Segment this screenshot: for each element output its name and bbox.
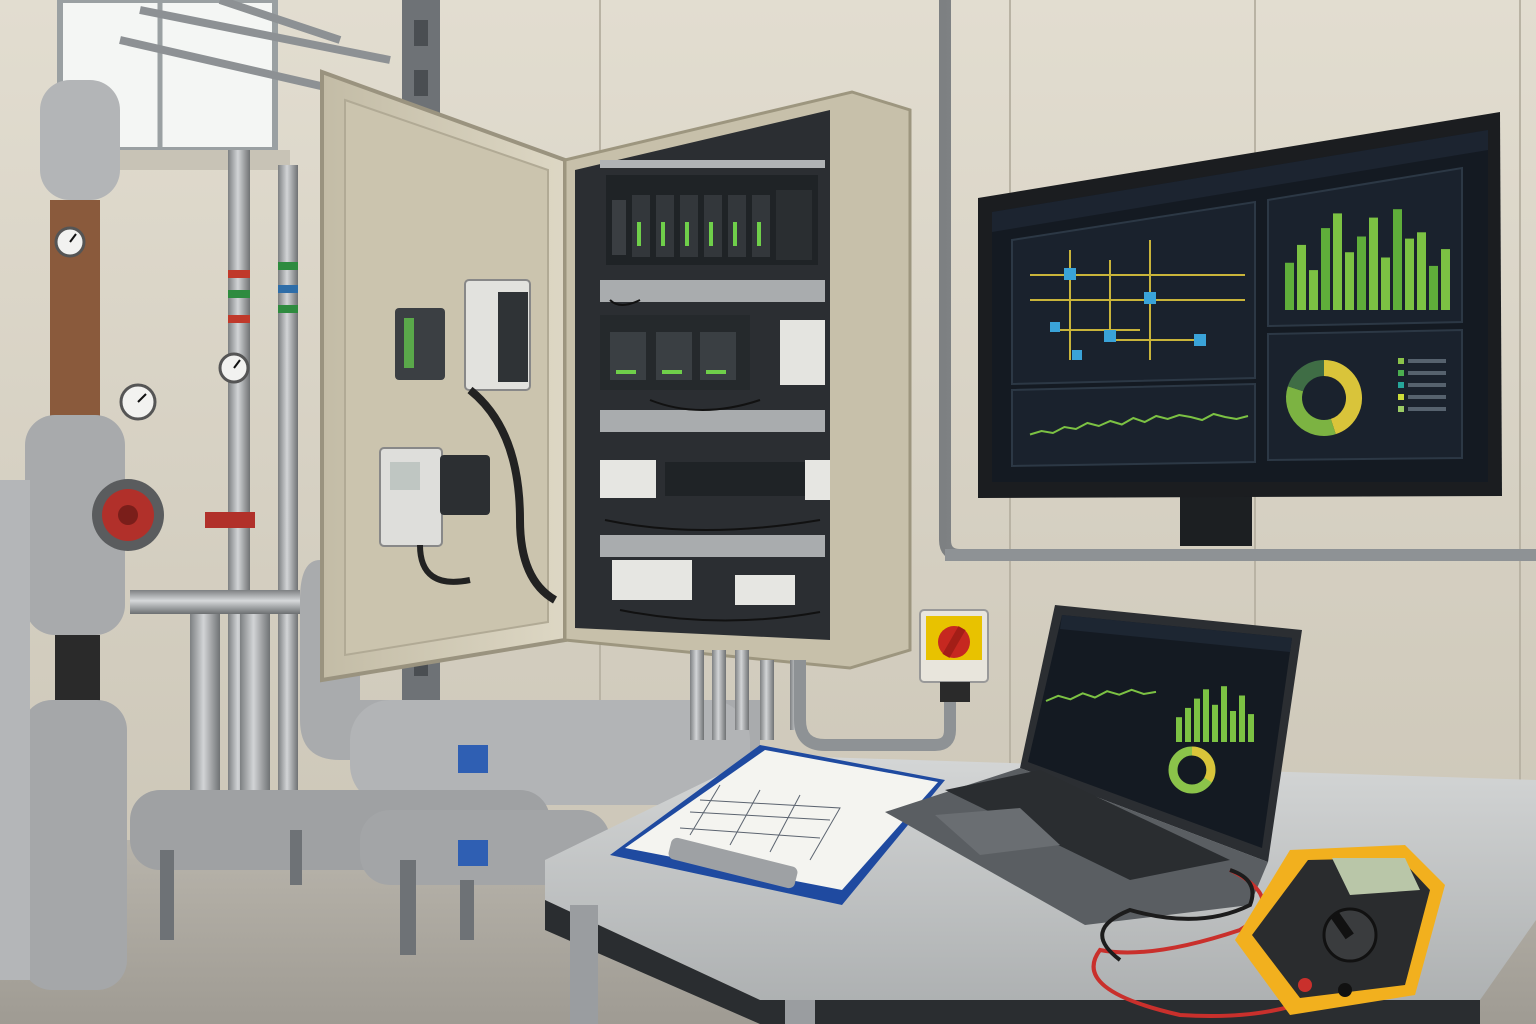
legend-text-bar: [1408, 371, 1446, 375]
laptop-bar: [1248, 714, 1254, 742]
monitor-bar: [1369, 217, 1378, 310]
monitor-bar: [1441, 249, 1450, 310]
control-cabinet: [563, 90, 956, 751]
laptop-bar: [1230, 711, 1236, 742]
laptop-bar: [1194, 698, 1200, 742]
scene-illustration: [0, 0, 1536, 1024]
legend-text-bar: [1408, 383, 1446, 387]
monitor-bar: [1393, 209, 1402, 310]
monitor-bar: [1309, 270, 1318, 310]
monitor-bar: [1417, 232, 1426, 310]
monitor-bar: [1333, 213, 1342, 310]
monitor-bar: [1381, 257, 1390, 310]
legend-swatch: [1398, 406, 1404, 412]
header-pipe: [130, 590, 300, 614]
laptop-bar: [1212, 704, 1218, 742]
monitor-bar: [1345, 252, 1354, 310]
laptop-bar: [1203, 689, 1209, 742]
plc-modules: [606, 175, 818, 265]
monitor-bar: [1429, 265, 1438, 310]
legend-swatch: [1398, 370, 1404, 376]
trend-panel: [1011, 382, 1256, 468]
monitor-bar: [1297, 244, 1306, 310]
mechanical-room-scene: [0, 0, 1536, 1024]
monitor-mount: [1180, 490, 1252, 546]
laptop-bar: [1185, 707, 1191, 742]
legend-swatch: [1398, 394, 1404, 400]
monitor-bar: [1321, 228, 1330, 310]
laptop-bar: [1239, 695, 1245, 742]
laptop-bar: [1221, 686, 1227, 742]
io-modules: [600, 315, 825, 390]
legend-swatch: [1398, 358, 1404, 364]
legend-text-bar: [1408, 395, 1446, 399]
laptop-bar: [1176, 717, 1182, 742]
legend-text-bar: [1408, 407, 1446, 411]
legend-swatch: [1398, 382, 1404, 388]
monitor-bar: [1405, 238, 1414, 310]
monitor-bar: [1285, 262, 1294, 310]
legend-text-bar: [1408, 359, 1446, 363]
monitor-bar: [1357, 236, 1366, 310]
